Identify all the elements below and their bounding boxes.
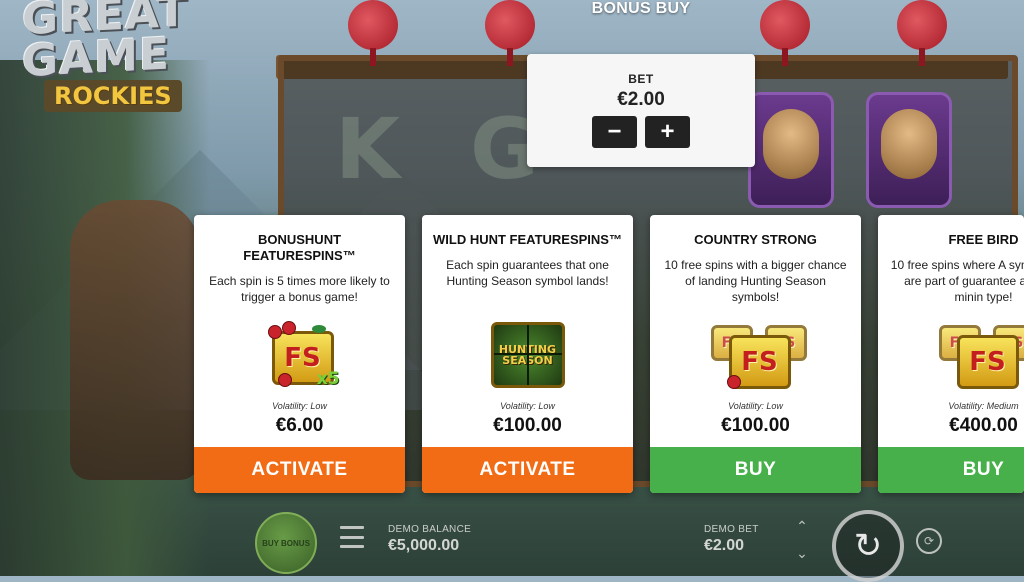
demo-bet-label: DEMO BET: [704, 524, 759, 535]
fs-x5-icon: FS x5: [268, 325, 332, 385]
bottom-control-bar: BUY BONUS DEMO BALANCE €5,000.00 DEMO BE…: [0, 508, 1024, 576]
hunter-character: [70, 200, 200, 480]
logo-line-game: GAME: [22, 31, 222, 83]
balance-label: DEMO BALANCE: [388, 524, 471, 535]
fs-triple-icon: FS FS FS: [711, 325, 801, 385]
balloon-icon: [760, 0, 810, 50]
spin-button[interactable]: ↻: [832, 510, 904, 582]
buy-bonus-button[interactable]: BUY BONUS: [255, 512, 317, 574]
card-title: COUNTRY STRONG: [650, 232, 861, 248]
card-title: WILD HUNT FEATURESPINS™: [422, 232, 633, 248]
ram-symbol-icon: [748, 92, 834, 208]
card-price: €100.00: [650, 415, 861, 437]
fs-triple-icon: FS FS FS: [939, 325, 1024, 385]
bonus-card-free-bird: FREE BIRD 10 free spins where A symbols …: [878, 215, 1024, 493]
balance-value: €5,000.00: [388, 537, 459, 555]
chevron-down-icon[interactable]: ⌄: [796, 545, 808, 562]
increase-bet-button[interactable]: +: [645, 116, 690, 148]
bet-arrows: ⌃ ⌄: [792, 518, 812, 562]
reel-symbol-k: K: [335, 100, 400, 198]
card-description: 10 free spins where A symbols that are p…: [878, 257, 1024, 305]
card-price: €100.00: [422, 415, 633, 437]
card-title: BONUSHUNT FEATURESPINS™: [194, 232, 405, 264]
menu-icon[interactable]: [340, 526, 364, 548]
hunting-season-icon: HUNTING SEASON: [491, 322, 565, 388]
ram-symbol-icon: [866, 92, 952, 208]
volatility-label: Volatility: Medium: [878, 401, 1024, 411]
activate-button[interactable]: ACTIVATE: [422, 447, 633, 493]
demo-bet-value: €2.00: [704, 537, 744, 555]
buy-button[interactable]: BUY: [650, 447, 861, 493]
card-title: FREE BIRD: [878, 232, 1024, 248]
card-description: Each spin is 5 times more likely to trig…: [194, 273, 405, 305]
activate-button[interactable]: ACTIVATE: [194, 447, 405, 493]
card-description: Each spin guarantees that one Hunting Se…: [422, 257, 633, 289]
volatility-label: Volatility: Low: [194, 401, 405, 411]
balloon-icon: [485, 0, 535, 50]
chevron-up-icon[interactable]: ⌃: [796, 518, 808, 535]
volatility-label: Volatility: Low: [422, 401, 633, 411]
balloon-icon: [897, 0, 947, 50]
bet-label: BET: [527, 72, 755, 86]
bet-value: €2.00: [527, 89, 755, 111]
bet-panel: BET €2.00 − +: [527, 54, 755, 167]
bonus-card-wild-hunt: WILD HUNT FEATURESPINS™ Each spin guaran…: [422, 215, 633, 493]
card-price: €400.00: [878, 415, 1024, 437]
page-title: BONUS BUY: [560, 0, 722, 18]
card-price: €6.00: [194, 415, 405, 437]
decrease-bet-button[interactable]: −: [592, 116, 637, 148]
buy-button[interactable]: BUY: [878, 447, 1024, 493]
autoplay-icon[interactable]: ⟳: [916, 528, 942, 554]
bonus-card-country-strong: COUNTRY STRONG 10 free spins with a bigg…: [650, 215, 861, 493]
game-logo: GREAT GAME ROCKIES: [22, 0, 222, 112]
card-description: 10 free spins with a bigger chance of la…: [650, 257, 861, 305]
bonus-card-bonushunt: BONUSHUNT FEATURESPINS™ Each spin is 5 t…: [194, 215, 405, 493]
balloon-icon: [348, 0, 398, 50]
volatility-label: Volatility: Low: [650, 401, 861, 411]
